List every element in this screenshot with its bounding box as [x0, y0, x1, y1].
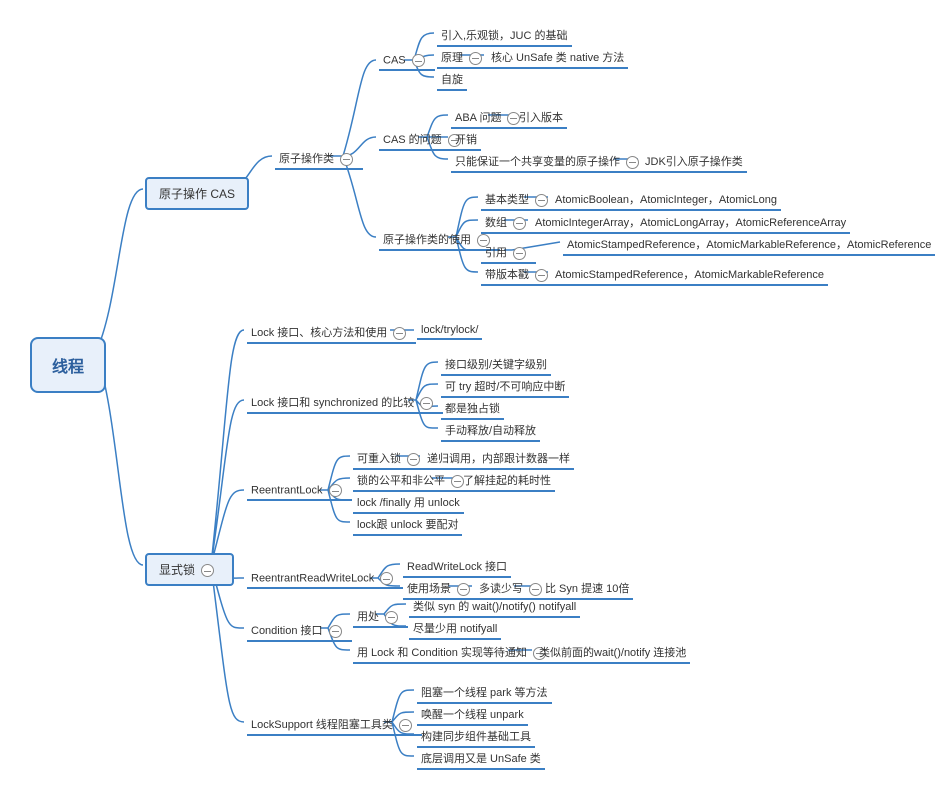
leaf[interactable]: lock/trylock/: [417, 322, 482, 340]
minus-icon[interactable]: [535, 194, 548, 207]
minus-icon[interactable]: [412, 54, 425, 67]
node-condition[interactable]: Condition 接口: [247, 620, 352, 642]
minus-icon[interactable]: [393, 327, 406, 340]
minus-icon[interactable]: [329, 484, 342, 497]
node-array[interactable]: 数组: [481, 212, 536, 234]
leaf[interactable]: 类似前面的wait()/notify 连接池: [535, 642, 690, 664]
main-lock[interactable]: 显式锁: [145, 553, 234, 586]
leaf[interactable]: 唤醒一个线程 unpark: [417, 704, 528, 726]
leaf[interactable]: lock /finally 用 unlock: [353, 492, 464, 514]
minus-icon[interactable]: [535, 269, 548, 282]
minus-icon[interactable]: [380, 572, 393, 585]
leaf[interactable]: 都是独占锁: [441, 398, 504, 420]
leaf[interactable]: 构建同步组件基础工具: [417, 726, 535, 748]
node-locksupport[interactable]: LockSupport 线程阻塞工具类: [247, 714, 422, 736]
leaf[interactable]: 核心 UnSafe 类 native 方法: [487, 47, 628, 69]
leaf[interactable]: 自旋: [437, 69, 467, 91]
node-lock-api[interactable]: Lock 接口、核心方法和使用: [247, 322, 416, 344]
leaf[interactable]: JDK引入原子操作类: [641, 151, 747, 173]
node-reentrant-sub[interactable]: 可重入锁: [353, 448, 430, 470]
leaf[interactable]: 引入,乐观锁，JUC 的基础: [437, 25, 572, 47]
node-lock-compare[interactable]: Lock 接口和 synchronized 的比较: [247, 392, 443, 414]
node-basic-type[interactable]: 基本类型: [481, 189, 558, 211]
leaf[interactable]: 尽量少用 notifyall: [409, 618, 501, 640]
leaf[interactable]: AtomicBoolean，AtomicInteger，AtomicLong: [551, 189, 781, 211]
minus-icon[interactable]: [420, 397, 433, 410]
minus-icon[interactable]: [469, 52, 482, 65]
node-rwlock[interactable]: ReentrantReadWriteLock: [247, 570, 403, 589]
leaf[interactable]: 可 try 超时/不可响应中断: [441, 376, 569, 398]
root-label: 线程: [52, 359, 84, 376]
node-version[interactable]: 带版本戳: [481, 264, 558, 286]
leaf[interactable]: 阻塞一个线程 park 等方法: [417, 682, 552, 704]
minus-icon[interactable]: [201, 564, 214, 577]
minus-icon[interactable]: [340, 153, 353, 166]
main-cas-label: 原子操作 CAS: [159, 187, 235, 201]
main-cas[interactable]: 原子操作 CAS: [145, 177, 249, 210]
minus-icon[interactable]: [329, 625, 342, 638]
leaf[interactable]: AtomicIntegerArray，AtomicLongArray，Atomi…: [531, 212, 850, 234]
leaf[interactable]: AtomicStampedReference，AtomicMarkableRef…: [551, 264, 828, 286]
leaf[interactable]: lock跟 unlock 要配对: [353, 514, 462, 536]
minus-icon[interactable]: [626, 156, 639, 169]
minus-icon[interactable]: [407, 453, 420, 466]
node-ref[interactable]: 引用: [481, 242, 536, 264]
leaf[interactable]: 了解挂起的耗时性: [459, 470, 555, 492]
node-reentrant[interactable]: ReentrantLock: [247, 482, 352, 501]
leaf[interactable]: AtomicStampedReference，AtomicMarkableRef…: [563, 234, 935, 256]
minus-icon[interactable]: [513, 247, 526, 260]
main-lock-label: 显式锁: [159, 563, 195, 577]
leaf[interactable]: 引入版本: [515, 107, 567, 129]
node-fair[interactable]: 锁的公平和非公平: [353, 470, 474, 492]
node-wait-notify[interactable]: 用 Lock 和 Condition 实现等待通知: [353, 642, 556, 664]
node-use[interactable]: 用处: [353, 606, 408, 628]
leaf[interactable]: 类似 syn 的 wait()/notify() notifyall: [409, 596, 580, 618]
leaf[interactable]: 递归调用，内部跟计数器一样: [423, 448, 574, 470]
node-atomic-ops[interactable]: 原子操作类: [275, 148, 363, 170]
minus-icon[interactable]: [399, 719, 412, 732]
leaf[interactable]: 底层调用又是 UnSafe 类: [417, 748, 545, 770]
leaf[interactable]: 接口级别/关键字级别: [441, 354, 551, 376]
leaf[interactable]: 开销: [451, 129, 481, 151]
minus-icon[interactable]: [457, 583, 470, 596]
leaf[interactable]: ReadWriteLock 接口: [403, 556, 511, 578]
node-cas[interactable]: CAS: [379, 52, 435, 71]
node-shared-var[interactable]: 只能保证一个共享变量的原子操作: [451, 151, 649, 173]
root-node[interactable]: 线程: [30, 337, 106, 393]
leaf[interactable]: 手动释放/自动释放: [441, 420, 540, 442]
node-principle[interactable]: 原理: [437, 47, 492, 69]
minus-icon[interactable]: [385, 611, 398, 624]
minus-icon[interactable]: [513, 217, 526, 230]
